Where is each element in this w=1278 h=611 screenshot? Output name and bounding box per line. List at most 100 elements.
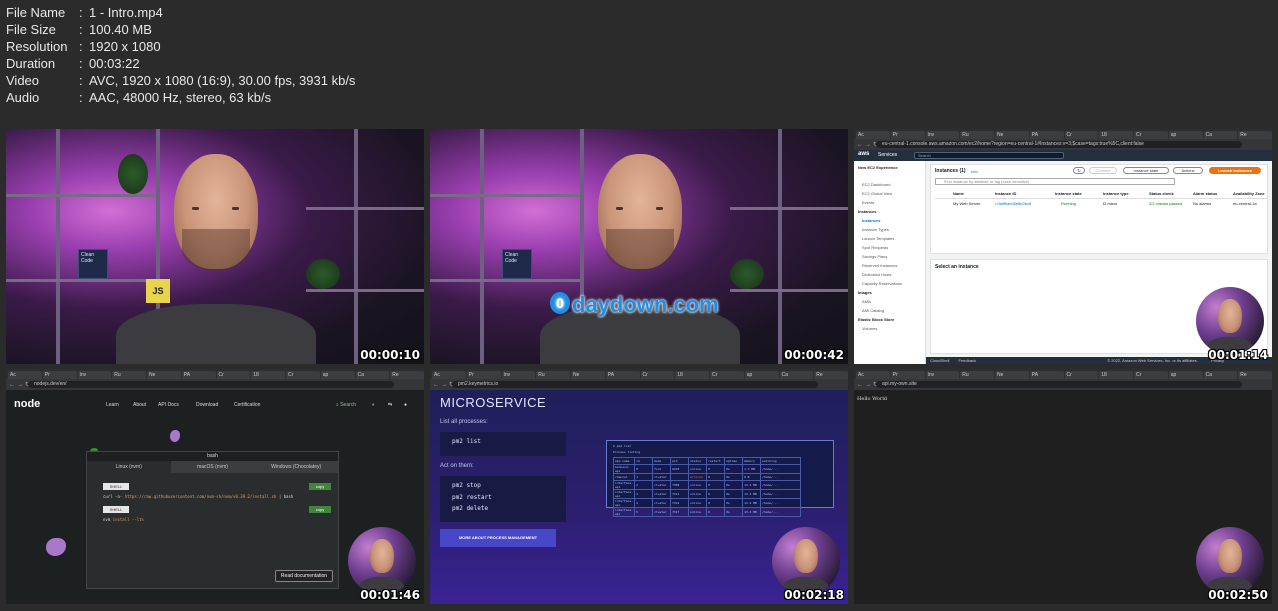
translate-icon[interactable]: ⇆	[388, 402, 392, 408]
browser-tab[interactable]: Ac	[432, 371, 466, 379]
browser-tab[interactable]: 18	[251, 371, 285, 379]
aws-logo[interactable]: aws	[858, 151, 869, 157]
table-row[interactable]: My Web Server i-0faff0ac95e8b0bc8 Runnin…	[935, 201, 1267, 209]
sidebar-item[interactable]: Events	[854, 198, 925, 207]
browser-tab[interactable]: Inv	[925, 131, 960, 139]
sidebar-item[interactable]: EC2 Global View	[854, 189, 925, 198]
sidebar-item[interactable]: Launch Templates	[854, 234, 925, 243]
sidebar-item[interactable]: Dedicated Hosts	[854, 270, 925, 279]
url-field[interactable]: api.my-own.site	[876, 381, 1242, 388]
launch-instances-button[interactable]: Launch instances	[1209, 167, 1261, 174]
sidebar-item[interactable]: AMI Catalog	[854, 306, 925, 315]
instance-state-button[interactable]: Instance state	[1123, 167, 1169, 174]
feedback-link[interactable]: Feedback	[958, 358, 976, 363]
browser-tab[interactable]: 18	[1099, 131, 1133, 139]
browser-tab[interactable]: PA	[1029, 371, 1064, 379]
browser-tab[interactable]: Ru	[112, 371, 146, 379]
browser-tab[interactable]: Ne	[147, 371, 181, 379]
browser-tab[interactable]: Cr	[1134, 371, 1168, 379]
browser-tab[interactable]: Re	[1238, 371, 1272, 379]
sidebar-item[interactable]: EC2 Dashboard	[854, 180, 925, 189]
browser-tab[interactable]: Cr	[286, 371, 320, 379]
nav-api-docs[interactable]: API Docs	[158, 402, 179, 408]
browser-tab[interactable]: Inv	[77, 371, 112, 379]
browser-tab[interactable]: ap	[744, 371, 779, 379]
nav-download[interactable]: Download	[196, 402, 218, 408]
tab-windows[interactable]: Windows (Chocolatey)	[254, 461, 339, 473]
services-menu[interactable]: Services	[878, 152, 897, 158]
browser-tab[interactable]: Ca	[355, 371, 390, 379]
url-field[interactable]: pm2.keymetrics.io	[452, 381, 818, 388]
browser-tab[interactable]: Ru	[960, 131, 994, 139]
col-header[interactable]: Availability Zone	[1233, 191, 1265, 196]
browser-tab[interactable]: Pr	[42, 371, 77, 379]
tab-macos[interactable]: macOS (nvm)	[170, 461, 255, 473]
thumbnail-1[interactable]: Clean Code JS 00:00:10	[6, 129, 424, 364]
browser-tab[interactable]: Pr	[890, 131, 925, 139]
sidebar-item[interactable]: Spot Requests	[854, 243, 925, 252]
browser-tab[interactable]: Pr	[466, 371, 501, 379]
browser-tab[interactable]: Ru	[536, 371, 570, 379]
search-link[interactable]: ⌕ Search	[336, 402, 356, 408]
browser-tab[interactable]: Ac	[856, 371, 890, 379]
cell-instance-id[interactable]: i-0faff0ac95e8b0bc8	[995, 201, 1031, 206]
read-documentation-button[interactable]: Read documentation	[275, 570, 333, 582]
sidebar-section[interactable]: Instances	[854, 207, 925, 216]
browser-tab[interactable]: 18	[1099, 371, 1133, 379]
browser-tab[interactable]: Ca	[1203, 371, 1238, 379]
browser-tab[interactable]: PA	[181, 371, 216, 379]
refresh-button[interactable]: ↻	[1073, 167, 1085, 174]
nav-certification[interactable]: Certification	[234, 402, 260, 408]
browser-tab[interactable]: ap	[320, 371, 355, 379]
browser-tab[interactable]: Cr	[1064, 131, 1099, 139]
browser-tab[interactable]: Ru	[960, 371, 994, 379]
browser-tab[interactable]: Ne	[995, 371, 1029, 379]
browser-tab[interactable]: Ne	[571, 371, 605, 379]
col-header[interactable]: Name	[953, 191, 964, 196]
thumbnail-6[interactable]: Ac Pr Inv Ru Ne PA Cr 18 Cr ap Ca Re ←→↻…	[854, 369, 1272, 604]
col-header[interactable]: Instance type	[1103, 191, 1129, 196]
browser-tab[interactable]: Inv	[501, 371, 536, 379]
cloudshell-link[interactable]: CloudShell	[930, 358, 949, 363]
browser-tab[interactable]: Re	[814, 371, 848, 379]
thumbnail-2[interactable]: Clean Code 0 daydown.com 00:00:42	[430, 129, 848, 364]
browser-tab[interactable]: PA	[1029, 131, 1064, 139]
browser-tab[interactable]: 18	[675, 371, 709, 379]
browser-tab[interactable]: Ca	[779, 371, 814, 379]
browser-tab[interactable]: ap	[1168, 131, 1203, 139]
sidebar-item[interactable]: Reserved Instances	[854, 261, 925, 270]
url-field[interactable]: nodejs.dev/en/	[28, 381, 394, 388]
browser-tab[interactable]: Cr	[710, 371, 744, 379]
nav-about[interactable]: About	[133, 402, 146, 408]
col-header[interactable]: Alarm status	[1193, 191, 1217, 196]
sidebar-item[interactable]: AMIs	[854, 297, 925, 306]
browser-tab[interactable]: PA	[605, 371, 640, 379]
url-field[interactable]: eu-central-1.console.aws.amazon.com/ec2/…	[876, 141, 1242, 148]
browser-tab[interactable]: Cr	[1064, 371, 1099, 379]
actions-button[interactable]: Actions	[1173, 167, 1203, 174]
thumbnail-3[interactable]: Ac Pr Inv Ru Ne PA Cr 18 Cr ap Ca Re ←→↻…	[854, 129, 1272, 364]
thumbnail-4[interactable]: Ac Pr Inv Ru Ne PA Cr 18 Cr ap Ca Re ←→↻…	[6, 369, 424, 604]
browser-tab[interactable]: Cr	[640, 371, 675, 379]
aws-search-input[interactable]: Search	[914, 152, 1064, 159]
thumbnail-5[interactable]: Ac Pr Inv Ru Ne PA Cr 18 Cr ap Ca Re ←→↻…	[430, 369, 848, 604]
sidebar-item[interactable]: Volumes	[854, 324, 925, 333]
browser-tab[interactable]: Ac	[856, 131, 890, 139]
nav-learn[interactable]: Learn	[106, 402, 119, 408]
sidebar-section[interactable]: Elastic Block Store	[854, 315, 925, 324]
copy-button[interactable]: copy	[309, 506, 331, 513]
node-logo[interactable]: node	[14, 398, 40, 410]
browser-tab[interactable]: Pr	[890, 371, 925, 379]
sidebar-section[interactable]: Images	[854, 288, 925, 297]
browser-tab[interactable]: Ac	[8, 371, 42, 379]
col-header[interactable]: Instance ID	[995, 191, 1016, 196]
github-icon[interactable]: ●	[404, 402, 407, 408]
browser-tab[interactable]: ap	[1168, 371, 1203, 379]
browser-tab[interactable]: Ne	[995, 131, 1029, 139]
sidebar-item[interactable]: Capacity Reservations	[854, 279, 925, 288]
browser-tab[interactable]: Re	[390, 371, 424, 379]
col-header[interactable]: Instance state	[1055, 191, 1082, 196]
sidebar-item[interactable]: Savings Plans	[854, 252, 925, 261]
copy-button[interactable]: copy	[309, 483, 331, 490]
browser-tab[interactable]: Ca	[1203, 131, 1238, 139]
